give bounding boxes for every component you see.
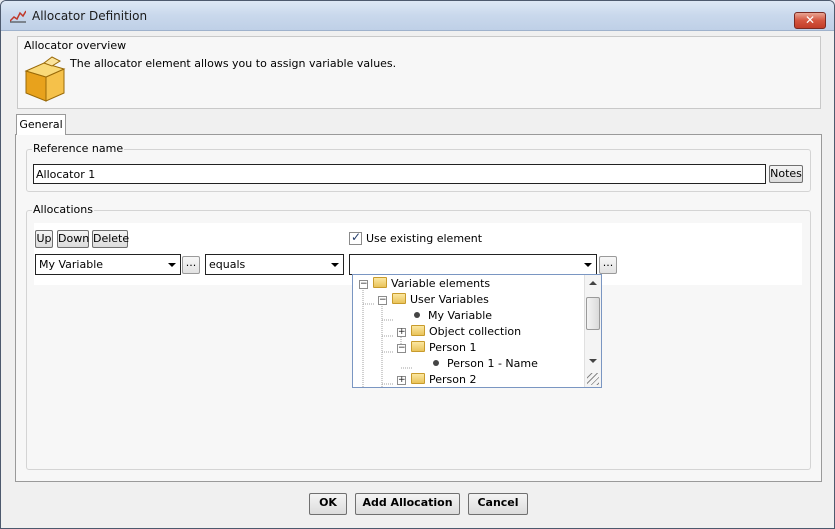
chevron-down-icon [584,263,592,267]
cancel-button[interactable]: Cancel [468,493,528,515]
tree-item[interactable]: User Variables [392,292,489,308]
variable-select[interactable]: My Variable [35,254,181,275]
folder-icon [411,341,425,352]
tab-general[interactable]: General [16,114,66,135]
folder-icon [392,293,406,304]
expand-icon[interactable]: + [397,376,406,385]
title-bar: Allocator Definition ✕ [1,1,834,31]
overview-description: The allocator element allows you to assi… [70,57,397,70]
app-chart-icon [10,10,26,23]
element-browse-button[interactable]: ... [599,256,617,274]
dialog-body: Allocator overview The allocator element… [6,32,829,524]
reference-name-input[interactable] [33,164,766,184]
up-button[interactable]: Up [35,230,53,248]
folder-icon [373,277,387,288]
collapse-icon[interactable]: − [359,280,368,289]
chevron-down-icon [331,263,339,267]
operator-select[interactable]: equals [205,254,344,275]
variable-icon [433,360,439,366]
folder-icon [411,325,425,336]
tree-item-label: Person 1 [429,341,477,354]
tree-item[interactable]: Person 1 - Name [433,356,538,372]
resize-grip-icon[interactable] [587,373,599,385]
element-tree-dropdown[interactable]: − Variable elements − User Variables My … [352,274,602,388]
down-button[interactable]: Down [57,230,89,248]
box-icon [24,56,66,102]
scroll-down-icon[interactable] [589,359,597,363]
expand-icon[interactable]: + [397,328,406,337]
tree-item-label: User Variables [410,293,489,306]
overview-title: Allocator overview [24,39,127,52]
folder-icon [411,373,425,384]
tree-scrollbar[interactable] [584,275,601,387]
chevron-down-icon [168,263,176,267]
allocator-definition-dialog: Allocator Definition ✕ Allocator overvie… [0,0,835,529]
tree-item-label: Object collection [429,325,522,338]
ok-button[interactable]: OK [309,493,347,515]
close-button[interactable]: ✕ [794,12,826,29]
collapse-icon[interactable]: − [397,344,406,353]
scroll-up-icon[interactable] [589,281,597,285]
reference-name-group: Reference name Notes [26,142,811,192]
variable-icon [414,312,420,318]
tree-item[interactable]: Variable elements [373,276,490,292]
tree-item-label: Variable elements [391,277,491,290]
element-select[interactable] [349,254,597,275]
window-title: Allocator Definition [32,9,148,23]
variable-browse-button[interactable]: ... [182,256,200,274]
allocations-title: Allocations [32,203,94,216]
variable-select-value: My Variable [39,258,104,271]
operator-select-value: equals [209,258,246,271]
notes-button[interactable]: Notes [769,165,803,183]
tree-item[interactable]: Object collection [411,324,521,340]
reference-name-title: Reference name [32,142,125,155]
tree-item-label: Person 1 - Name [447,357,538,370]
tree-item[interactable]: Person 2 [411,372,477,387]
scroll-thumb[interactable] [586,297,600,330]
tree-item-label: Person 2 [429,373,477,386]
add-allocation-button[interactable]: Add Allocation [355,493,460,515]
use-existing-checkbox[interactable]: ✓ [349,230,362,245]
tree-item[interactable]: Person 1 [411,340,476,356]
tree-item[interactable]: My Variable [414,308,492,324]
overview-panel: Allocator overview The allocator element… [17,36,821,109]
delete-button[interactable]: Delete [92,230,129,248]
tree-item-label: My Variable [428,309,493,322]
collapse-icon[interactable]: − [378,296,387,305]
use-existing-label: Use existing element [366,232,483,245]
checkmark-icon: ✓ [351,230,362,244]
